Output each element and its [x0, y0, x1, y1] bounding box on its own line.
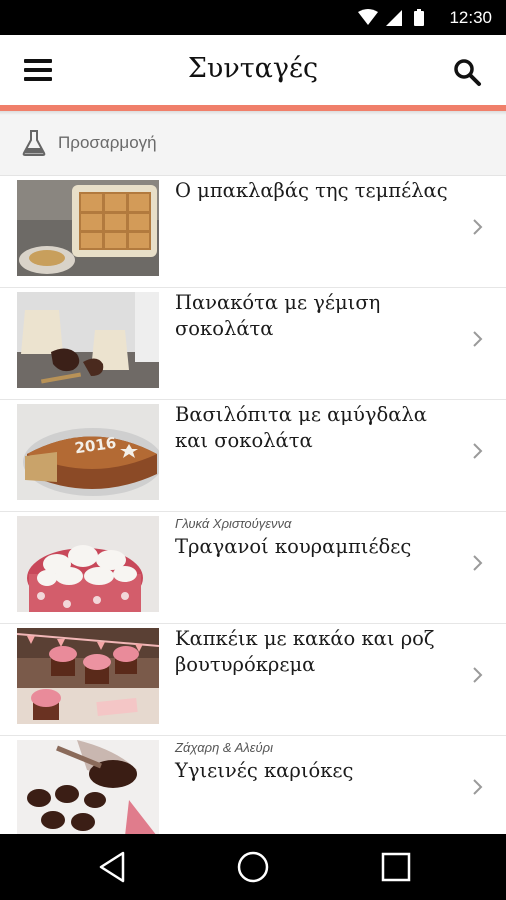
recipe-title: Βασιλόπιτα με αμύγδαλα και σοκολάτα — [175, 403, 427, 452]
recipe-thumbnail — [17, 292, 159, 388]
recipe-thumbnail: 2016 — [17, 404, 159, 500]
recipe-category: Γλυκά Χριστούγεννα — [175, 516, 292, 531]
status-bar: 12:30 — [0, 0, 506, 35]
recipe-thumbnail — [17, 180, 159, 276]
back-icon[interactable] — [95, 849, 131, 885]
recipe-row-kourabiedes[interactable]: Γλυκά Χριστούγεννα Τραγανοί κουραμπιέδες — [0, 512, 506, 624]
chevron-right-icon — [473, 779, 483, 795]
status-time: 12:30 — [449, 8, 492, 27]
recipe-title: Ο μπακλαβάς της τεμπέλας — [175, 179, 448, 202]
flask-icon — [22, 130, 46, 156]
recipe-thumbnail — [17, 516, 159, 612]
recipe-thumbnail — [17, 628, 159, 724]
customize-filter-bar[interactable]: Προσαρμογή — [0, 111, 506, 176]
search-icon[interactable] — [452, 57, 482, 87]
recipe-list: Ο μπακλαβάς της τεμπέλας Πανακότα με γέμ… — [0, 176, 506, 848]
chevron-right-icon — [473, 667, 483, 683]
recipe-title: Καπκέικ με κακάο και ροζ βουτυρόκρεμα — [175, 627, 435, 676]
recipe-row-panna-cotta[interactable]: Πανακότα με γέμιση σοκολάτα — [0, 288, 506, 400]
signal-icon — [386, 10, 402, 26]
recipe-row-vasilopita[interactable]: 2016 Βασιλόπιτα με αμύγδαλα και σοκολάτα — [0, 400, 506, 512]
recipe-title: Υγιεινές καριόκες — [175, 759, 354, 782]
page-title: Συνταγές — [187, 53, 319, 84]
chevron-right-icon — [473, 219, 483, 235]
recipe-row-kariokes[interactable]: Ζάχαρη & Αλεύρι Υγιεινές καριόκες — [0, 736, 506, 848]
chevron-right-icon — [473, 555, 483, 571]
app-bar: Συνταγές — [0, 35, 506, 105]
chevron-right-icon — [473, 443, 483, 459]
app-bar-shadow — [0, 111, 506, 115]
status-icons — [358, 9, 424, 26]
recipe-thumbnail — [17, 740, 159, 836]
home-icon[interactable] — [235, 849, 271, 885]
recipe-title: Τραγανοί κουραμπιέδες — [175, 535, 412, 558]
recipe-row-baklava[interactable]: Ο μπακλαβάς της τεμπέλας — [0, 176, 506, 288]
battery-icon — [414, 11, 424, 26]
recipe-title: Πανακότα με γέμιση σοκολάτα — [175, 291, 381, 340]
chevron-right-icon — [473, 331, 483, 347]
customize-label: Προσαρμογή — [58, 133, 157, 152]
wifi-icon — [358, 9, 378, 25]
recipe-row-cupcakes[interactable]: Καπκέικ με κακάο και ροζ βουτυρόκρεμα — [0, 624, 506, 736]
recipe-category: Ζάχαρη & Αλεύρι — [175, 740, 273, 755]
recents-icon[interactable] — [378, 849, 414, 885]
system-nav-bar — [0, 834, 506, 900]
